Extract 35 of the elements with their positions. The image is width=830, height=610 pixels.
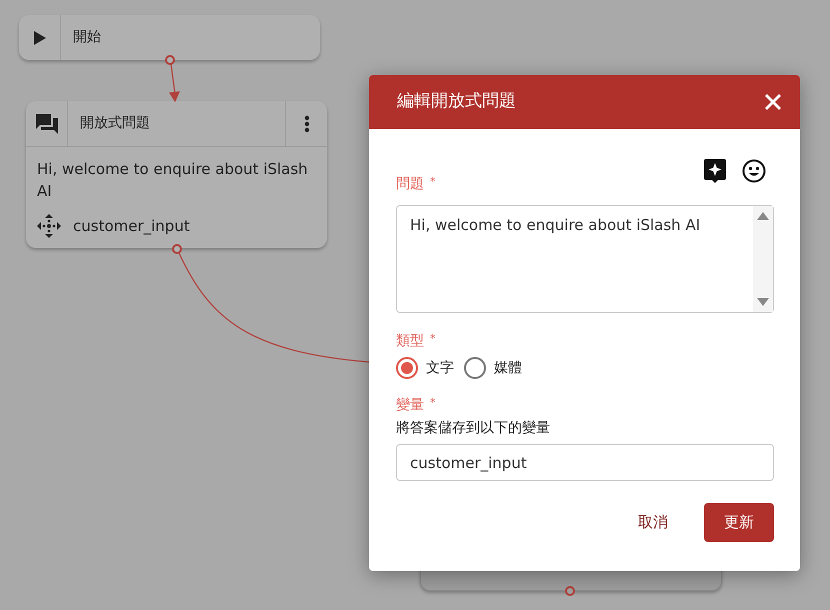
- node-title: 開始: [72, 28, 102, 47]
- field-label: 問題: [396, 176, 424, 192]
- emoji-icon[interactable]: [742, 159, 766, 183]
- message-field[interactable]: Hi, welcome to enquire about iSlash AI: [396, 205, 774, 313]
- help-text: 將答案儲存到以下的變量: [396, 419, 551, 438]
- radio-label[interactable]: 媒體: [494, 358, 522, 378]
- port-icon[interactable]: [172, 244, 182, 254]
- radio-button[interactable]: [396, 357, 418, 379]
- required-mark: *: [430, 396, 436, 409]
- node-message: Hi, welcome to enquire about iSlash AI: [37, 159, 309, 202]
- scroll-down-icon[interactable]: [757, 298, 769, 306]
- required-mark: *: [430, 175, 436, 188]
- update-button[interactable]: 更新: [704, 503, 774, 542]
- sparkle-icon[interactable]: [704, 159, 726, 183]
- scroll-up-icon[interactable]: [757, 212, 769, 220]
- variable-icon: [37, 214, 61, 238]
- node-card[interactable]: 開始: [19, 15, 320, 60]
- dialog-title: 編輯開放式問題: [397, 90, 516, 114]
- more-icon[interactable]: [304, 114, 310, 132]
- play-icon[interactable]: [32, 30, 46, 46]
- field-label: 變量: [396, 397, 424, 413]
- radio-label[interactable]: 文字: [426, 358, 454, 378]
- connector: [168, 64, 180, 102]
- close-button[interactable]: [764, 93, 782, 111]
- node-card[interactable]: 開放式問題 Hi, welcome to enquire about iSlash AI customer_input: [26, 101, 327, 248]
- variable-name: customer_input: [73, 216, 190, 237]
- field-label: 類型: [396, 333, 424, 349]
- required-mark: *: [430, 332, 436, 345]
- radio-button[interactable]: [464, 357, 486, 379]
- port-icon[interactable]: [165, 55, 175, 65]
- chat-icon: [36, 114, 58, 134]
- cancel-button[interactable]: 取消: [618, 503, 688, 542]
- port-icon[interactable]: [565, 586, 575, 596]
- node-title: 開放式問題: [79, 114, 151, 133]
- variable-field[interactable]: customer_input: [396, 444, 774, 481]
